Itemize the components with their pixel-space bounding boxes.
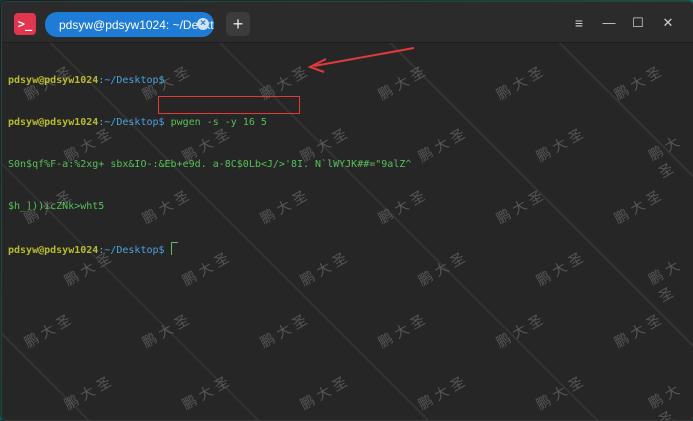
- terminal-window: >_ pdsyw@pdsyw1024: ~/Desktop × + ≡ — ☐ …: [1, 1, 693, 421]
- maximize-icon[interactable]: ☐: [629, 14, 647, 32]
- tab-title: pdsyw@pdsyw1024: ~/Desktop: [59, 17, 214, 32]
- annotation-arrow-icon: [307, 47, 415, 73]
- tab-active[interactable]: pdsyw@pdsyw1024: ~/Desktop ×: [45, 12, 214, 37]
- new-tab-button[interactable]: +: [226, 12, 250, 36]
- menu-icon[interactable]: ≡: [570, 14, 588, 32]
- terminal-area[interactable]: 鹏 大 圣鹏 大 圣鹏 大 圣鹏 大 圣鹏 大 圣鹏 大 圣鹏 大 圣鹏 大 圣…: [2, 43, 693, 420]
- minimize-icon[interactable]: —: [600, 14, 618, 32]
- terminal-app-icon: >_: [14, 13, 36, 35]
- title-bar: >_ pdsyw@pdsyw1024: ~/Desktop × + ≡ — ☐ …: [2, 2, 693, 43]
- tab-close-icon[interactable]: ×: [197, 18, 209, 30]
- close-icon[interactable]: ✕: [659, 14, 677, 32]
